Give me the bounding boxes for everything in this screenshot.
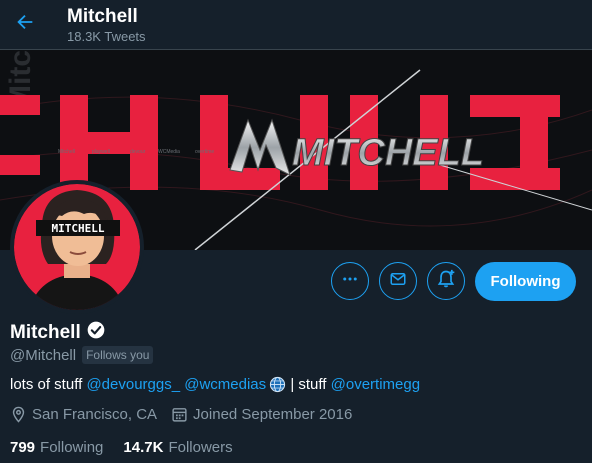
avatar-name-bar: MITCHELL [52,222,105,235]
svg-text:Mitchell: Mitchell [58,149,75,155]
verified-badge-icon [86,320,106,345]
svg-text:WCMedia: WCMedia [158,149,180,155]
calendar-icon [171,406,188,423]
bio-text: lots of stuff [10,376,87,393]
banner-logo-text: MITCHELL [292,132,484,174]
profile-meta: San Francisco, CA Joined September 2016 [10,406,366,423]
location-item: San Francisco, CA [10,406,157,423]
profile-name: Mitchell [10,321,81,343]
message-button[interactable] [379,262,417,300]
bio-mention-wcmedias[interactable]: @wcmedias [184,376,266,393]
location-pin-icon [10,406,27,423]
arrow-left-icon [14,11,36,38]
followers-stat[interactable]: 14.7K Followers [123,439,232,456]
more-horizontal-icon [341,270,359,293]
handle-row: @Mitchell Follows you [10,346,154,364]
location-text: San Francisco, CA [32,406,158,423]
following-count: 799 [10,439,36,456]
profile-name-row: Mitchell [10,320,106,345]
svg-text:overtime: overtime [195,149,214,155]
notify-button[interactable] [427,262,465,300]
joined-item: Joined September 2016 [171,406,352,423]
following-label: Following [40,439,104,456]
followers-count: 14.7K [123,439,164,456]
globe-emoji-icon [269,376,286,393]
following-stat[interactable]: 799 Following [10,439,103,456]
svg-text:devour: devour [130,149,146,155]
envelope-icon [389,270,407,293]
svg-text:playwell: playwell [92,149,110,155]
profile-bio: lots of stuff @devourggs_ @wcmedias | st… [10,376,420,393]
following-button[interactable]: Following [475,262,576,301]
more-button[interactable] [331,262,369,300]
back-button[interactable] [8,7,42,41]
header-title: Mitchell [67,6,138,27]
avatar[interactable]: MITCHELL [10,180,144,314]
profile-handle: @Mitchell [10,346,77,364]
followers-label: Followers [168,439,233,456]
profile-header: Mitchell 18.3K Tweets [0,0,592,50]
bio-mention-devourggs[interactable]: @devourggs_ [86,376,180,393]
joined-text: Joined September 2016 [193,406,353,423]
bio-mention-overtimegg[interactable]: @overtimegg [331,376,420,393]
bell-plus-icon [436,269,456,294]
avatar-image: MITCHELL [14,184,140,310]
tweets-count: 18.3K Tweets [67,29,146,44]
follow-stats: 799 Following 14.7K Followers [10,439,253,456]
follows-you-badge: Follows you [82,346,154,364]
bio-text-2: | stuff [286,376,331,393]
